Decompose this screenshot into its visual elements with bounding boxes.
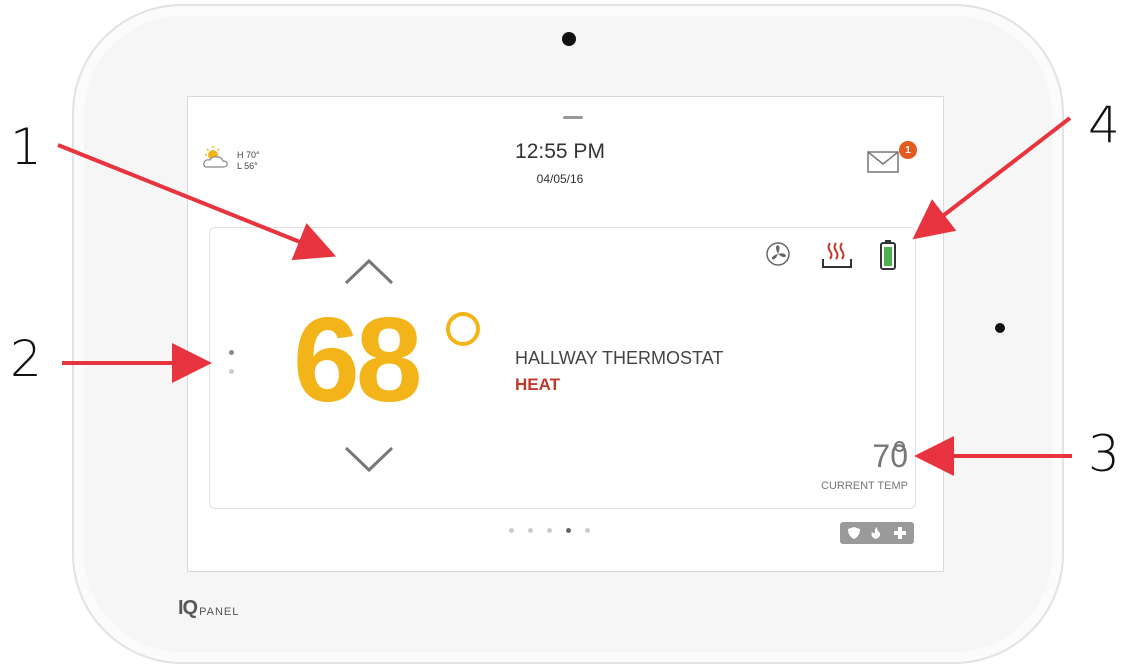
setpoint-temperature: 68 — [293, 293, 422, 427]
page-dot-2[interactable] — [528, 528, 533, 533]
thermostat-name: HALLWAY THERMOSTAT — [515, 348, 724, 368]
emergency-button[interactable] — [840, 522, 914, 544]
thermostat-selector-dots[interactable] — [229, 350, 234, 388]
weather-low: L 56° — [237, 160, 258, 171]
mail-icon[interactable] — [867, 150, 899, 174]
callout-number-3: 3 — [1088, 425, 1120, 483]
status-icons — [766, 239, 906, 278]
brand-panel: PANEL — [199, 606, 240, 618]
heat-icon[interactable] — [822, 242, 852, 268]
pull-down-handle[interactable] — [563, 116, 583, 119]
decrease-temp-button[interactable] — [342, 444, 396, 476]
plus-icon — [894, 527, 906, 539]
weather-widget[interactable]: H 70° L 56° — [201, 145, 260, 176]
current-temp-degree — [894, 441, 905, 452]
page-indicator[interactable] — [509, 528, 590, 533]
shield-icon — [848, 527, 860, 539]
callout-number-1: 1 — [10, 118, 42, 176]
weather-text: H 70° L 56° — [237, 150, 260, 172]
page-dot-5[interactable] — [585, 528, 590, 533]
thermostat-dot-1[interactable] — [229, 350, 234, 355]
current-temp-label: CURRENT TEMP — [821, 480, 908, 492]
battery-icon — [880, 240, 896, 270]
page-dot-3[interactable] — [547, 528, 552, 533]
page-dot-1[interactable] — [509, 528, 514, 533]
weather-high: H 70° — [237, 149, 260, 160]
clock-date: 04/05/16 — [536, 172, 584, 186]
message-count-badge[interactable]: 1 — [899, 141, 917, 159]
thermostat-mode[interactable]: HEAT — [515, 375, 560, 395]
callout-number-4: 4 — [1088, 96, 1120, 154]
callout-number-2: 2 — [10, 330, 42, 388]
sensor-dot — [995, 323, 1005, 333]
camera-lens — [562, 32, 576, 46]
fan-icon[interactable] — [766, 242, 790, 266]
brand-logo: IQ PANEL — [178, 597, 239, 620]
thermostat-dot-2[interactable] — [229, 369, 234, 374]
degree-symbol — [446, 312, 480, 346]
increase-temp-button[interactable] — [342, 255, 396, 287]
clock-time: 12:55 PM — [515, 140, 605, 163]
brand-iq: IQ — [178, 597, 198, 619]
fire-icon — [871, 527, 881, 539]
page-dot-4[interactable] — [566, 528, 571, 533]
partly-sunny-icon — [201, 145, 231, 176]
